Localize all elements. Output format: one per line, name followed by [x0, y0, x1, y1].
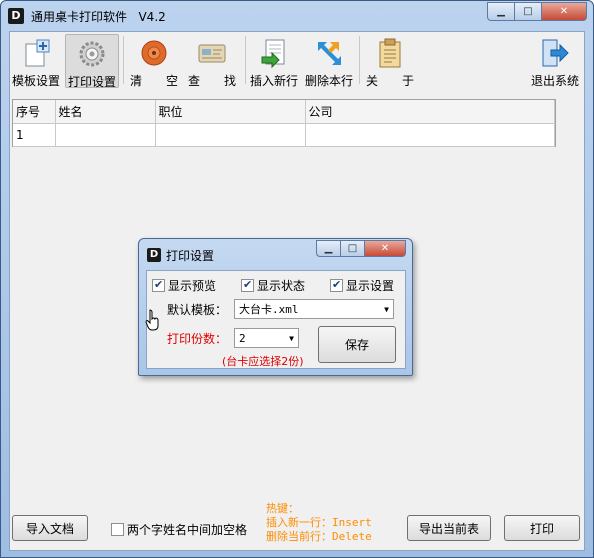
template-select-value: 大台卡.xml [239, 303, 299, 316]
column-header-name[interactable]: 姓名 [55, 100, 156, 124]
clear-icon [138, 37, 170, 69]
show-status-label: 显示状态 [257, 279, 306, 293]
hand-cursor-icon [145, 309, 161, 331]
about-button[interactable]: 关 于 [362, 34, 418, 88]
show-settings-checkbox[interactable] [330, 278, 343, 292]
exit-label: 退出系统 [530, 74, 579, 88]
space-checkbox-row[interactable]: 两个字姓名中间加空格 [111, 521, 247, 538]
about-label: 关 于 [365, 74, 414, 88]
bottom-bar: 导入文档 两个字姓名中间加空格 热键： 插入新一行：Insert 删除当前行：D… [10, 502, 584, 550]
exit-icon [539, 37, 571, 69]
insert-row-button[interactable]: 插入新行 [247, 34, 301, 88]
print-settings-button[interactable]: 打印设置 [65, 34, 119, 89]
dialog-minimize-button[interactable]: ▁ [316, 240, 340, 257]
copies-select-value: 2 [239, 331, 246, 345]
close-button[interactable]: ✕ [541, 2, 587, 21]
show-preview-checkbox[interactable] [152, 278, 165, 292]
show-preview-label: 显示预览 [168, 279, 217, 293]
copies-label: 打印份数： [167, 332, 228, 346]
column-header-company[interactable]: 公司 [305, 100, 555, 124]
dialog-maximize-button[interactable]: □ [340, 240, 364, 257]
maximize-button[interactable]: □ [514, 2, 541, 21]
template-select[interactable]: 大台卡.xml ▼ [234, 299, 394, 319]
save-button[interactable]: 保存 [318, 326, 396, 363]
search-button[interactable]: 查 找 [184, 34, 240, 88]
show-status-option[interactable]: 显示状态 [241, 277, 305, 294]
insert-row-icon [258, 37, 290, 69]
delete-row-icon [313, 37, 345, 69]
show-settings-option[interactable]: 显示设置 [330, 277, 394, 294]
show-status-checkbox[interactable] [241, 278, 254, 292]
column-header-position[interactable]: 职位 [155, 100, 306, 124]
hotkey-title: 热键： [266, 502, 299, 515]
about-icon [374, 37, 406, 69]
clear-label: 清 空 [129, 74, 178, 88]
delete-row-button[interactable]: 删除本行 [302, 34, 356, 88]
hotkey-insert: 插入新一行：Insert [266, 516, 372, 529]
clear-button[interactable]: 清 空 [126, 34, 182, 88]
window-title: 通用桌卡打印软件 V4.2 [31, 10, 166, 24]
show-settings-label: 显示设置 [346, 279, 395, 293]
search-card-icon [196, 37, 228, 69]
grid-header-row: 序号 姓名 职位 公司 [13, 100, 555, 124]
gear-icon [76, 38, 108, 70]
dialog-close-button[interactable]: ✕ [364, 240, 406, 257]
table-row[interactable]: 1 [13, 123, 555, 147]
copies-note: (台卡应选择2份) [222, 355, 304, 368]
search-label: 查 找 [187, 74, 236, 88]
data-grid[interactable]: 序号 姓名 职位 公司 1 [12, 99, 556, 147]
copies-select[interactable]: 2 ▼ [234, 328, 299, 348]
space-checkbox[interactable] [111, 523, 124, 536]
print-button[interactable]: 打印 [504, 515, 580, 541]
exit-button[interactable]: 退出系统 [528, 34, 582, 88]
template-settings-button[interactable]: 模板设置 [10, 34, 62, 88]
minimize-button[interactable]: ▁ [487, 2, 514, 21]
space-checkbox-label: 两个字姓名中间加空格 [127, 523, 248, 537]
template-label: 默认模板： [167, 303, 228, 317]
print-settings-dialog: D 打印设置 ▁ □ ✕ 显示预览 显示状态 显示设置 默认模板： 大台卡.xm… [138, 238, 413, 376]
show-preview-option[interactable]: 显示预览 [152, 277, 216, 294]
import-document-button[interactable]: 导入文档 [12, 515, 88, 541]
toolbar-separator [245, 36, 246, 84]
chevron-down-icon: ▼ [289, 334, 294, 343]
toolbar-separator [123, 36, 124, 84]
cell-position[interactable] [155, 123, 306, 147]
dialog-body: 显示预览 显示状态 显示设置 默认模板： 大台卡.xml ▼ 打印份数： 2 ▼… [146, 270, 406, 369]
chevron-down-icon: ▼ [384, 305, 389, 314]
insert-row-label: 插入新行 [249, 74, 298, 88]
toolbar: 模板设置 打印设置 清 空 查 找 插入新行 删除本行 关 于 退出系统 [10, 32, 584, 90]
hotkey-hint: 热键： 插入新一行：Insert 删除当前行：Delete [266, 502, 372, 544]
column-header-index[interactable]: 序号 [13, 100, 56, 124]
export-table-button[interactable]: 导出当前表 [407, 515, 491, 541]
cell-company[interactable] [305, 123, 555, 147]
template-icon [20, 37, 52, 69]
app-logo-icon: D [8, 8, 24, 24]
print-settings-label: 打印设置 [67, 75, 116, 89]
toolbar-separator [359, 36, 360, 84]
delete-row-label: 删除本行 [304, 74, 353, 88]
dialog-caption-buttons: ▁ □ ✕ [316, 240, 406, 257]
cell-name[interactable] [55, 123, 156, 147]
caption-buttons: ▁ □ ✕ [487, 2, 587, 21]
dialog-logo-icon: D [147, 248, 161, 262]
title-bar[interactable]: D 通用桌卡打印软件 V4.2 ▁ □ ✕ [1, 1, 593, 31]
template-settings-label: 模板设置 [11, 74, 60, 88]
cell-index[interactable]: 1 [13, 123, 56, 147]
hotkey-delete: 删除当前行：Delete [266, 530, 372, 543]
dialog-title: 打印设置 [166, 249, 215, 263]
